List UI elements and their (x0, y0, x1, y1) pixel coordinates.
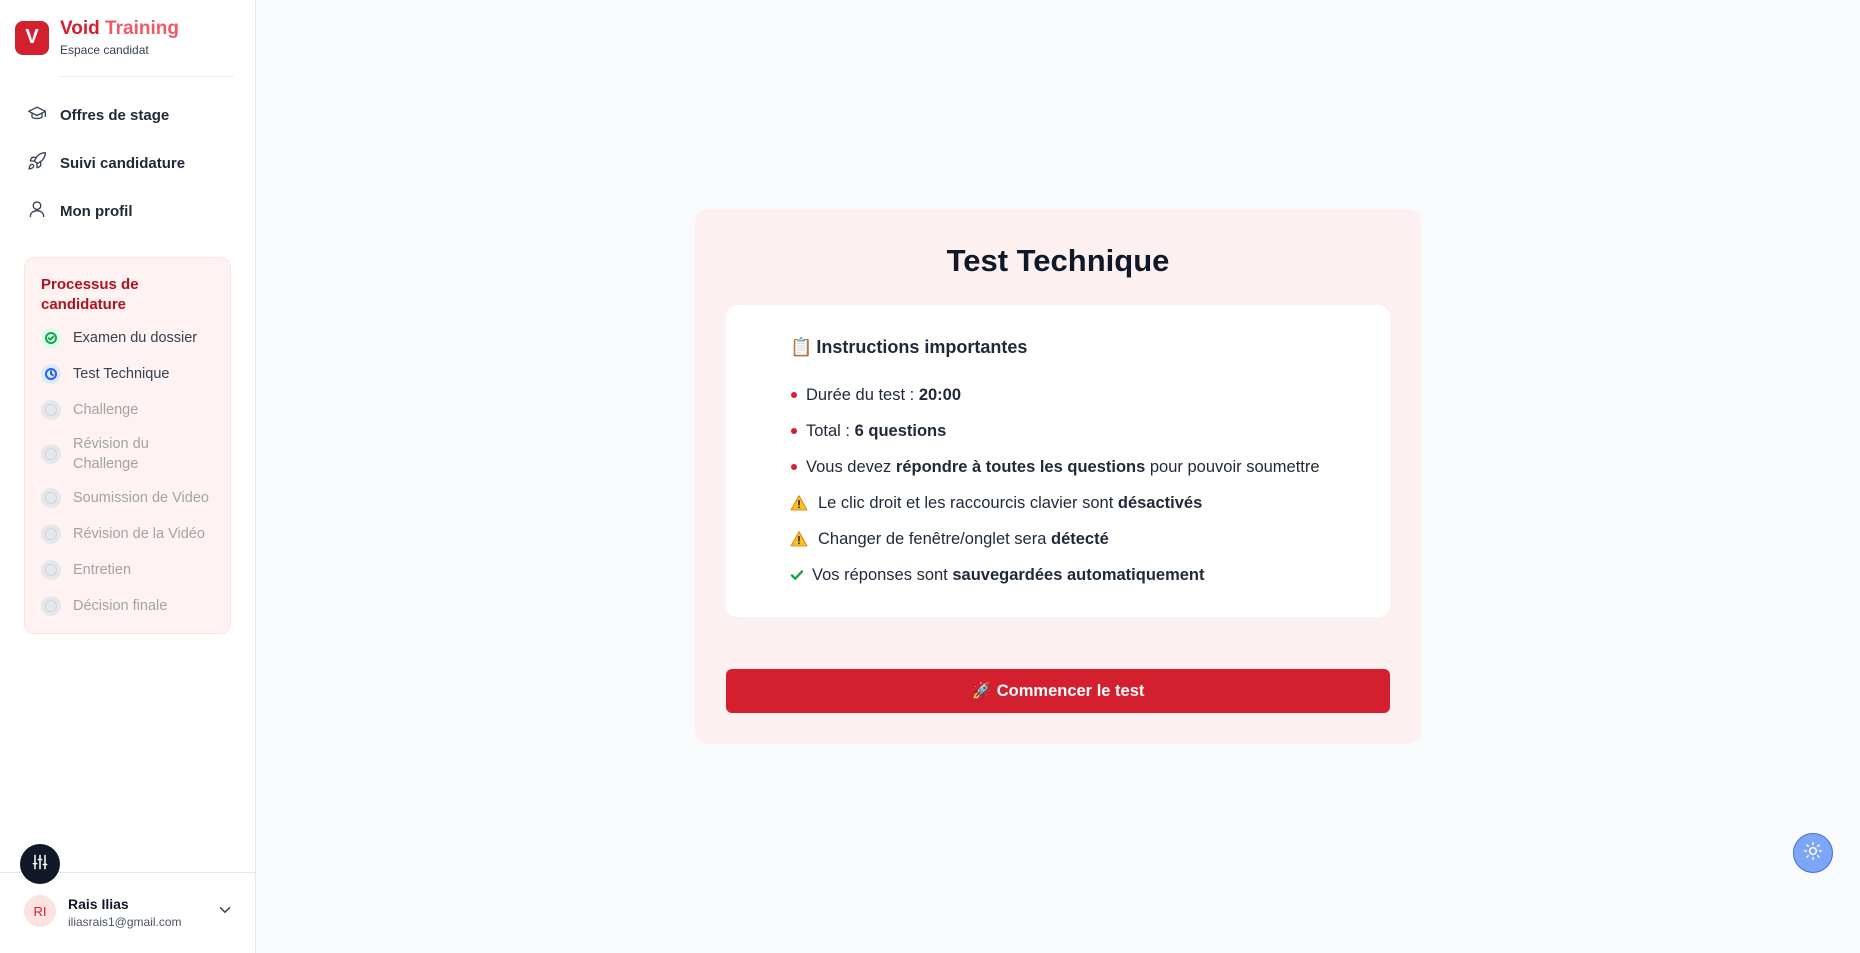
theme-toggle-button[interactable] (1793, 833, 1833, 873)
process-step-revision-de-la-video: Révision de la Vidéo (41, 524, 213, 544)
process-step-challenge: Challenge (41, 400, 213, 420)
process-step-label: Challenge (73, 402, 139, 418)
instructions-list: Durée du test : 20:00 Total : 6 question… (790, 377, 1370, 593)
process-step-decision-finale: Décision finale (41, 596, 213, 616)
sun-icon (1803, 841, 1823, 866)
process-step-entretien: Entretien (41, 560, 213, 580)
pending-circle-icon (41, 488, 61, 508)
brand-title-part2: Training (105, 18, 179, 39)
user-menu[interactable]: RI Rais Ilias iliasrais1@gmail.com (0, 872, 256, 953)
instruction-text: Vos réponses sont (812, 565, 953, 584)
instruction-item: Durée du test : 20:00 (790, 377, 1370, 413)
clock-icon (41, 364, 61, 384)
process-step-soumission-de-video: Soumission de Video (41, 488, 213, 508)
process-step-label: Soumission de Video (73, 490, 209, 506)
brand[interactable]: V Void Training Espace candidat (15, 18, 179, 57)
instruction-text: Total : (806, 421, 855, 440)
instruction-text: Vous devez (806, 457, 896, 476)
pending-circle-icon (41, 444, 61, 464)
bullet-icon (791, 392, 797, 398)
warning-icon (790, 494, 808, 512)
pending-circle-icon (41, 400, 61, 420)
check-icon (790, 568, 804, 582)
instruction-text: Changer de fenêtre/onglet sera (818, 529, 1051, 548)
instruction-text: Le clic droit et les raccourcis clavier … (818, 493, 1118, 512)
instruction-item: Le clic droit et les raccourcis clavier … (790, 485, 1370, 521)
instruction-text: Durée du test : (806, 385, 919, 404)
pending-circle-icon (41, 596, 61, 616)
process-step-label: Révision du Challenge (73, 436, 149, 472)
sidebar-item-label: Offres de stage (60, 106, 170, 124)
instruction-emphasis: 20:00 (918, 385, 962, 404)
chevron-down-icon[interactable] (216, 901, 234, 919)
sliders-icon (30, 852, 50, 877)
user-email: iliasrais1@gmail.com (68, 915, 182, 929)
brand-title-part1: Void (60, 18, 100, 39)
instruction-emphasis: répondre à toutes les questions (895, 457, 1146, 476)
instructions-box: 📋 Instructions importantes Durée du test… (726, 305, 1390, 617)
instructions-heading: Instructions importantes (816, 337, 1028, 357)
sidebar: V Void Training Espace candidat Offres d… (0, 0, 256, 953)
sidebar-item-label: Suivi candidature (60, 154, 186, 172)
sidebar-item-mon-profil[interactable]: Mon profil (0, 187, 256, 235)
start-test-button[interactable]: 🚀 Commencer le test (726, 669, 1390, 713)
sidebar-item-offres-de-stage[interactable]: Offres de stage (0, 91, 256, 139)
instruction-item: Vous devez répondre à toutes les questio… (790, 449, 1370, 485)
bullet-icon (791, 428, 797, 434)
process-step-examen-du-dossier: Examen du dossier (41, 328, 213, 348)
process-step-test-technique: Test Technique (41, 364, 213, 384)
test-intro-card: Test Technique 📋 Instructions importante… (695, 209, 1421, 744)
process-step-revision-du-challenge: Révision du Challenge (41, 434, 213, 474)
settings-button[interactable] (20, 844, 60, 884)
sidebar-item-suivi-candidature[interactable]: Suivi candidature (0, 139, 256, 187)
page-title: Test Technique (946, 243, 1170, 278)
instruction-emphasis: sauvegardées automatiquement (952, 565, 1205, 584)
pending-circle-icon (41, 524, 61, 544)
process-step-label: Entretien (73, 562, 132, 578)
brand-logo: V (15, 20, 49, 55)
clipboard-icon: 📋 (790, 337, 813, 357)
instruction-item: Changer de fenêtre/onglet sera détecté (790, 521, 1370, 557)
divider (58, 76, 234, 77)
process-step-label: Test Technique (73, 366, 170, 382)
process-step-label: Révision de la Vidéo (73, 526, 205, 542)
brand-subtitle: Espace candidat (60, 43, 149, 57)
instruction-emphasis: désactivés (1117, 493, 1203, 512)
instruction-text-suffix: pour pouvoir soumettre (1145, 457, 1320, 476)
application-process-panel: Processus de candidature Examen du dossi… (24, 257, 231, 634)
check-circle-icon (41, 328, 61, 348)
instruction-item: Vos réponses sont sauvegardées automatiq… (790, 557, 1370, 593)
instructions-title: 📋 Instructions importantes (790, 337, 1027, 358)
sidebar-item-label: Mon profil (60, 202, 133, 220)
avatar: RI (24, 895, 56, 927)
graduation-cap-icon (27, 103, 47, 128)
user-name: Rais Ilias (68, 896, 129, 912)
process-step-label: Examen du dossier (73, 330, 198, 346)
rocket-icon (27, 151, 47, 176)
brand-title: Void Training (60, 18, 179, 40)
instruction-emphasis: détecté (1051, 529, 1109, 548)
process-step-label: Décision finale (73, 598, 168, 614)
pending-circle-icon (41, 560, 61, 580)
instruction-item: Total : 6 questions (790, 413, 1370, 449)
instruction-emphasis: 6 questions (854, 421, 947, 440)
sidebar-nav: Offres de stage Suivi candidature Mon pr… (0, 91, 256, 235)
warning-icon (790, 530, 808, 548)
process-title: Processus de candidature (41, 276, 139, 313)
bullet-icon (791, 464, 797, 470)
user-icon (27, 199, 47, 224)
